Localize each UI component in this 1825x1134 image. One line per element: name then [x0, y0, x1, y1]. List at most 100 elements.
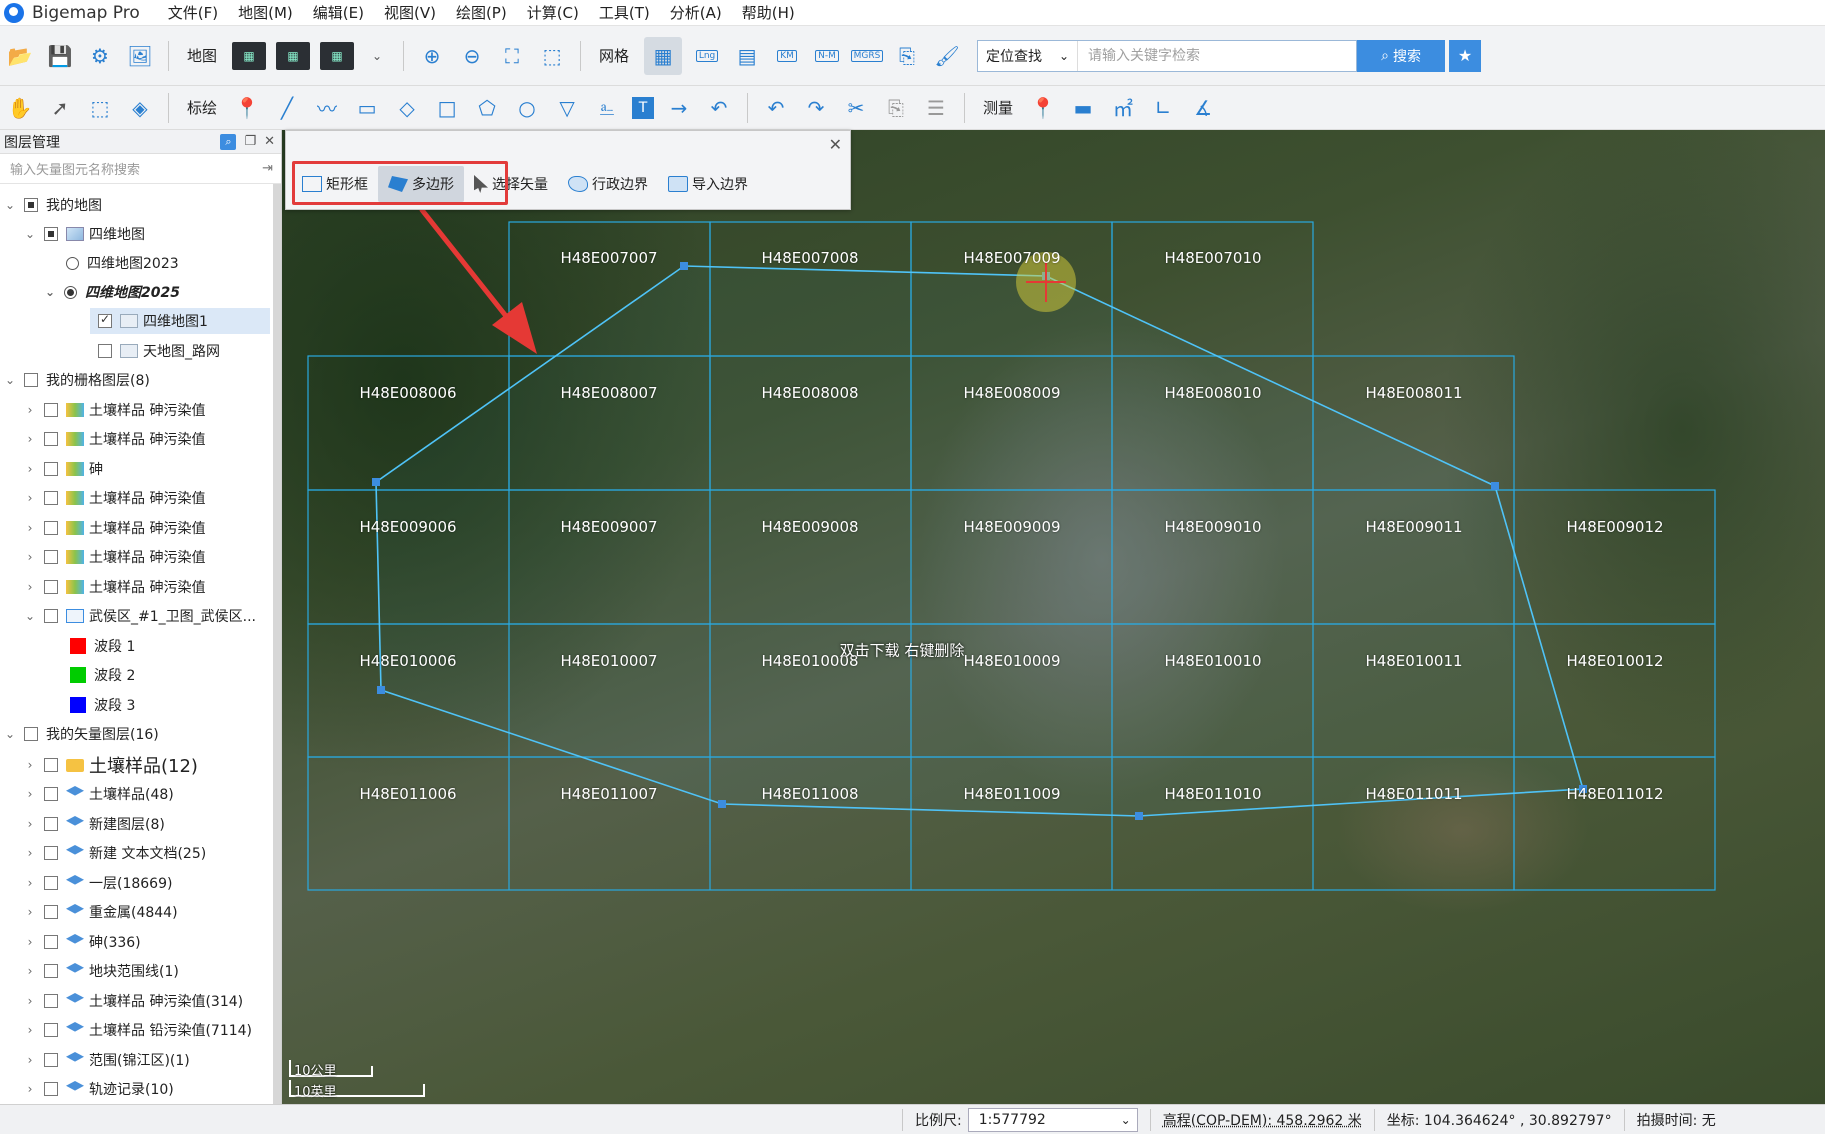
- menu-edit[interactable]: 编辑(E): [303, 2, 374, 23]
- checkbox[interactable]: [44, 817, 58, 831]
- checkbox[interactable]: [44, 905, 58, 919]
- map-canvas[interactable]: H48E007007 H48E007008 H48E007009 H48E007…: [282, 130, 1825, 1104]
- tree-row-raster-7[interactable]: › 土壤样品 砷污染值: [0, 574, 272, 600]
- tree-row-soil-folder[interactable]: › 土壤样品(12): [0, 750, 272, 780]
- tree-row-raster-1[interactable]: › 土壤样品 砷污染值: [0, 397, 272, 423]
- chevron-right-icon[interactable]: ›: [22, 935, 38, 949]
- layer-filter-input[interactable]: 输入矢量图元名称搜索 ⇥: [0, 154, 281, 184]
- chevron-right-icon[interactable]: ›: [22, 462, 38, 476]
- tree-row-vector-8[interactable]: › 土壤样品 砷污染值(314): [0, 988, 272, 1014]
- km-grid-icon[interactable]: KM: [772, 41, 802, 71]
- arrow-icon[interactable]: →: [664, 93, 694, 123]
- polygon-vertex[interactable]: [1135, 812, 1143, 820]
- checkbox[interactable]: [44, 580, 58, 594]
- favorite-star-icon[interactable]: ★: [1449, 39, 1482, 72]
- checkbox[interactable]: [98, 344, 112, 358]
- tree-row-raster-6[interactable]: › 土壤样品 砷污染值: [0, 544, 272, 570]
- tree-row-wuhou-satellite[interactable]: ⌄ 武侯区_#1_卫图_武侯区...: [0, 603, 272, 629]
- select-shape-icon[interactable]: ◈: [125, 93, 155, 123]
- close-icon[interactable]: ✕: [829, 135, 842, 154]
- menu-tools[interactable]: 工具(T): [589, 2, 660, 23]
- measure-azimuth-icon[interactable]: ∡: [1188, 93, 1218, 123]
- tree-row-vector-1[interactable]: › 土壤样品(48): [0, 781, 272, 807]
- rectangle-icon[interactable]: ▭: [352, 93, 382, 123]
- ruler-label-icon[interactable]: ⎁: [592, 93, 622, 123]
- polygon-tool-button[interactable]: 多边形: [378, 166, 464, 202]
- checkbox[interactable]: [44, 403, 58, 417]
- menu-draw[interactable]: 绘图(P): [446, 2, 517, 23]
- chevron-right-icon[interactable]: ›: [22, 876, 38, 890]
- checkbox[interactable]: [44, 935, 58, 949]
- checkbox[interactable]: [44, 462, 58, 476]
- map-source-icon-2[interactable]: ▦: [276, 41, 311, 70]
- tree-row-vector-10[interactable]: › 范围(锦江区)(1): [0, 1047, 272, 1073]
- tree-row-vector-11[interactable]: › 轨迹记录(10): [0, 1076, 272, 1102]
- chevron-down-icon[interactable]: ⌄: [365, 41, 389, 71]
- menu-map[interactable]: 地图(M): [228, 2, 303, 23]
- circle-icon[interactable]: ○: [512, 93, 542, 123]
- checkbox[interactable]: [44, 491, 58, 505]
- rectangle-tool-button[interactable]: 矩形框: [292, 166, 378, 202]
- sector-icon[interactable]: ▽: [552, 93, 582, 123]
- tree-row-vector-3[interactable]: › 新建 文本文档(25): [0, 840, 272, 866]
- tree-row-siwei-2023[interactable]: 四维地图2023: [0, 250, 272, 276]
- chevron-right-icon[interactable]: ›: [22, 905, 38, 919]
- tree-row-tianditu-road[interactable]: 天地图_路网: [0, 338, 272, 364]
- settings-icon[interactable]: ⚙: [85, 41, 115, 71]
- checkbox[interactable]: [44, 787, 58, 801]
- checkbox[interactable]: [98, 312, 112, 328]
- tree-row-band-3[interactable]: 波段 3: [0, 692, 272, 718]
- tree-row-vector-5[interactable]: › 重金属(4844): [0, 899, 272, 925]
- square-icon[interactable]: □: [432, 93, 462, 123]
- search-mode-select[interactable]: 定位查找 ⌄: [978, 40, 1079, 71]
- grid-table-icon[interactable]: ▤: [732, 41, 762, 71]
- select-box-icon[interactable]: ⬚: [85, 93, 115, 123]
- zoom-extent-icon[interactable]: ⛶: [497, 41, 527, 71]
- search-input[interactable]: [1078, 40, 1357, 71]
- tree-row-vector-4[interactable]: › 一层(18669): [0, 870, 272, 896]
- sidebar-scrollbar[interactable]: [273, 184, 281, 1104]
- pentagon-icon[interactable]: ⬠: [472, 93, 502, 123]
- polygon-vertex[interactable]: [377, 686, 385, 694]
- checkbox[interactable]: [44, 964, 58, 978]
- line-icon[interactable]: ╱: [272, 93, 302, 123]
- checkbox[interactable]: [44, 846, 58, 860]
- chevron-down-icon[interactable]: ⌄: [2, 198, 18, 212]
- tree-row-raster-3[interactable]: › 砷: [0, 456, 272, 482]
- collapse-icon[interactable]: ⇥: [262, 161, 273, 176]
- chevron-down-icon[interactable]: ⌄: [22, 227, 38, 241]
- map-source-icon-1[interactable]: ▦: [232, 41, 267, 70]
- tree-row-raster-4[interactable]: › 土壤样品 砷污染值: [0, 485, 272, 511]
- search-button[interactable]: ⌕ 搜索: [1357, 39, 1446, 72]
- chevron-right-icon[interactable]: ›: [22, 846, 38, 860]
- checkbox[interactable]: [44, 876, 58, 890]
- select-vector-button[interactable]: 选择矢量: [464, 166, 558, 202]
- admin-boundary-button[interactable]: 行政边界: [558, 166, 658, 202]
- chevron-down-icon[interactable]: ⌄: [22, 609, 38, 623]
- zoom-out-icon[interactable]: ⊖: [457, 41, 487, 71]
- polyline-icon[interactable]: 〰: [312, 93, 342, 123]
- chevron-down-icon[interactable]: ⌄: [2, 373, 18, 387]
- marker-icon[interactable]: 📍: [232, 93, 262, 123]
- chevron-right-icon[interactable]: ›: [22, 1023, 38, 1037]
- float-window-icon[interactable]: ❐: [244, 134, 256, 150]
- polygon-vertex[interactable]: [718, 800, 726, 808]
- menu-view[interactable]: 视图(V): [374, 2, 446, 23]
- mgrs-grid-icon[interactable]: MGRS: [850, 41, 884, 71]
- menu-analysis[interactable]: 分析(A): [660, 2, 732, 23]
- copy-icon[interactable]: ⎘: [881, 93, 911, 123]
- brush-icon[interactable]: 🖌: [932, 41, 962, 71]
- grid-tile[interactable]: [1513, 489, 1716, 625]
- chevron-right-icon[interactable]: ›: [22, 787, 38, 801]
- tree-row-raster-2[interactable]: › 土壤样品 砷污染值: [0, 426, 272, 452]
- tree-row-vector-2[interactable]: › 新建图层(8): [0, 811, 272, 837]
- tree-row-vector-9[interactable]: › 土壤样品 铅污染值(7114): [0, 1017, 272, 1043]
- tree-row-siwei-2025[interactable]: ⌄ 四维地图2025: [0, 279, 272, 305]
- measure-point-icon[interactable]: 📍: [1028, 93, 1058, 123]
- curve-arrow-icon[interactable]: ↶: [704, 93, 734, 123]
- grid-icon[interactable]: ▦: [644, 36, 683, 75]
- tree-row-my-map[interactable]: ⌄ 我的地图: [0, 192, 272, 218]
- full-extent-icon[interactable]: ⬚: [537, 41, 567, 71]
- selection-polygon[interactable]: [372, 262, 1587, 820]
- chevron-right-icon[interactable]: ›: [22, 964, 38, 978]
